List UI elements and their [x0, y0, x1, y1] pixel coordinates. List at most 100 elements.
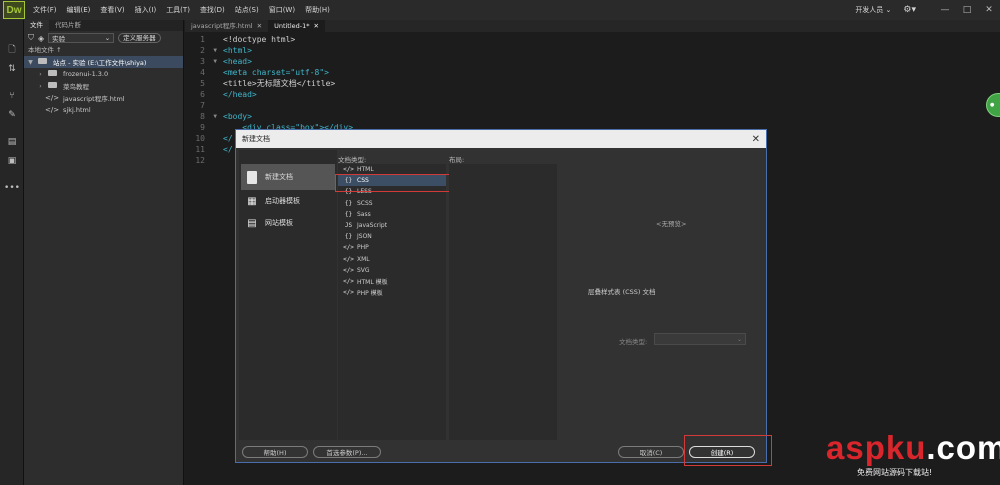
line-number-gutter: 1 2 ▼ 3 ▼ 4 5 6 7 8 ▼ 9 10 11 12 — [185, 34, 221, 166]
line-number: 4 — [200, 68, 205, 77]
document-tabs: javascript程序.html ✕ Untitled-1* ✕ — [185, 20, 1000, 32]
watermark-brand: aspku.com — [826, 429, 1000, 466]
branch-icon[interactable]: ⑂ — [0, 86, 24, 105]
code-icon: </> — [343, 166, 354, 174]
maximize-button[interactable]: □ — [956, 5, 978, 15]
doc-type-php[interactable]: </> PHP — [338, 242, 446, 253]
code-line: </head> — [223, 90, 257, 99]
line-number: 1 — [200, 35, 205, 44]
site-select-value: 实验 — [52, 35, 66, 43]
code-line: <!doctype html> — [223, 35, 296, 44]
dreamweaver-window: Dw 文件(F) 编辑(E) 查看(V) 插入(I) 工具(T) 查找(D) 站… — [0, 0, 1000, 485]
menu-find[interactable]: 查找(D) — [200, 5, 225, 15]
line-number: 5 — [200, 79, 205, 88]
doc-type-list: </> HTML {} CSS {} LESS {} SCSS {} Sass JS Jav… — [338, 164, 446, 440]
tree-item-file[interactable]: </> sjkj.html — [24, 104, 183, 116]
site-template-icon: ▤ — [247, 217, 257, 229]
doc-type-html-template[interactable]: </> HTML 模板 — [338, 276, 446, 287]
doc-type-javascript[interactable]: JS JavaScript — [338, 220, 446, 231]
brush-icon[interactable]: ✎ — [0, 105, 24, 124]
files-panel: 文件 代码片断 ⛉ ◈ 实验 ⌄ 定义服务器 本地文件 ↑ ▼ 站点 - 实验 … — [24, 20, 184, 485]
close-window-button[interactable]: ✕ — [978, 5, 1000, 15]
template-icon: ▦ — [247, 195, 257, 207]
doc-type-label: SCSS — [357, 199, 373, 207]
doctype-field-label: 文档类型: — [619, 338, 648, 346]
tree-item-folder[interactable]: › 菜鸟教程 — [24, 80, 183, 92]
chevron-down-icon[interactable]: ▼ — [26, 59, 35, 66]
doc-type-xml[interactable]: </> XML — [338, 254, 446, 265]
menu-bar: Dw 文件(F) 编辑(E) 查看(V) 插入(I) 工具(T) 查找(D) 站… — [0, 0, 1000, 20]
tree-item-label: 菜鸟教程 — [63, 83, 89, 91]
help-button[interactable]: 帮助(H) — [242, 446, 308, 458]
fold-icon[interactable]: ▼ — [213, 45, 217, 56]
workspace-switcher[interactable]: 开发人员 ⌄ — [855, 5, 891, 15]
chevron-right-icon[interactable]: › — [36, 83, 45, 90]
braces-icon: {} — [344, 233, 353, 241]
assistant-bubble-icon[interactable]: ● — [986, 93, 1000, 117]
arrows-icon[interactable]: ⇅ — [0, 59, 24, 78]
site-select[interactable]: 实验 ⌄ — [48, 33, 115, 43]
line-number: 6 — [200, 90, 205, 99]
dw-logo: Dw — [3, 1, 25, 19]
tree-item-site[interactable]: ▼ 站点 - 实验 (E:\工作文件\shiya) — [24, 56, 183, 68]
close-icon[interactable]: ✕ — [752, 134, 760, 145]
code-line: <html> — [223, 46, 252, 55]
folder-icon — [45, 82, 59, 90]
menu-insert[interactable]: 插入(I) — [135, 5, 157, 15]
menu-tools[interactable]: 工具(T) — [166, 5, 190, 15]
chevron-right-icon[interactable]: › — [36, 71, 45, 78]
tree-item-file[interactable]: </> javascript程序.html — [24, 92, 183, 104]
menu-window[interactable]: 窗口(W) — [269, 5, 295, 15]
doc-type-php-template[interactable]: </> PHP 模板 — [338, 287, 446, 298]
files-toolbar: ⛉ ◈ 实验 ⌄ 定义服务器 — [24, 31, 183, 45]
close-icon[interactable]: ✕ — [314, 20, 319, 32]
doc-type-scss[interactable]: {} SCSS — [338, 198, 446, 209]
fold-icon[interactable]: ▼ — [213, 111, 217, 122]
doc-type-sass[interactable]: {} Sass — [338, 209, 446, 220]
tab-snippets[interactable]: 代码片断 — [49, 20, 87, 31]
aspku-watermark: aspku.com 免费网站源码下载站! — [826, 429, 1000, 482]
doc-type-svg[interactable]: </> SVG — [338, 265, 446, 276]
menu-site[interactable]: 站点(S) — [235, 5, 259, 15]
tab-javascript-file[interactable]: javascript程序.html ✕ — [185, 20, 268, 32]
tree-item-label: frozenui-1.3.0 — [63, 70, 109, 78]
code-line: <meta charset="utf-8"> — [223, 68, 329, 77]
doc-type-label: HTML — [357, 166, 374, 174]
menu-help[interactable]: 帮助(H) — [305, 5, 330, 15]
cancel-button[interactable]: 取消(C) — [618, 446, 684, 458]
doc-type-json[interactable]: {} JSON — [338, 231, 446, 242]
chat-icon[interactable]: ▤ — [0, 132, 24, 151]
tree-item-label: 站点 - 实验 (E:\工作文件\shiya) — [53, 59, 147, 67]
tab-files[interactable]: 文件 — [24, 20, 49, 31]
doc-type-label: PHP — [357, 244, 369, 252]
menu-view[interactable]: 查看(V) — [100, 5, 124, 15]
line-number: 11 — [195, 145, 205, 154]
tree-item-label: javascript程序.html — [63, 95, 125, 103]
dialog-title: 新建文档 — [242, 135, 270, 143]
sync-icon[interactable]: ◈ — [38, 34, 44, 43]
preferences-button[interactable]: 首选参数(P)... — [313, 446, 381, 458]
doctype-select[interactable]: ⌄ — [654, 333, 746, 345]
highlight-box-create — [684, 435, 772, 466]
minimize-button[interactable]: — — [934, 5, 956, 15]
tab-untitled[interactable]: Untitled-1* ✕ — [268, 20, 325, 32]
gear-icon[interactable]: ⚙▾ — [903, 5, 916, 15]
file-icon[interactable]: 🗋 — [0, 40, 24, 59]
category-new-document[interactable]: 新建文档 — [241, 164, 335, 190]
more-icon[interactable]: ••• — [0, 178, 24, 197]
line-number: 10 — [195, 134, 205, 143]
define-server-button[interactable]: 定义服务器 — [118, 33, 161, 43]
close-icon[interactable]: ✕ — [257, 20, 262, 32]
fold-icon[interactable]: ▼ — [213, 56, 217, 67]
menu-file[interactable]: 文件(F) — [33, 5, 57, 15]
book-icon[interactable]: ▣ — [0, 151, 24, 170]
menu-edit[interactable]: 编辑(E) — [67, 5, 91, 15]
connect-icon[interactable]: ⛉ — [28, 33, 34, 43]
category-label: 网站模板 — [265, 219, 293, 227]
layout-list[interactable] — [449, 164, 557, 440]
tree-item-folder[interactable]: › frozenui-1.3.0 — [24, 68, 183, 80]
local-files-header[interactable]: 本地文件 ↑ — [24, 45, 183, 56]
category-site-templates[interactable]: ▤ 网站模板 — [241, 212, 335, 234]
category-starter-templates[interactable]: ▦ 启动器模板 — [241, 190, 335, 212]
